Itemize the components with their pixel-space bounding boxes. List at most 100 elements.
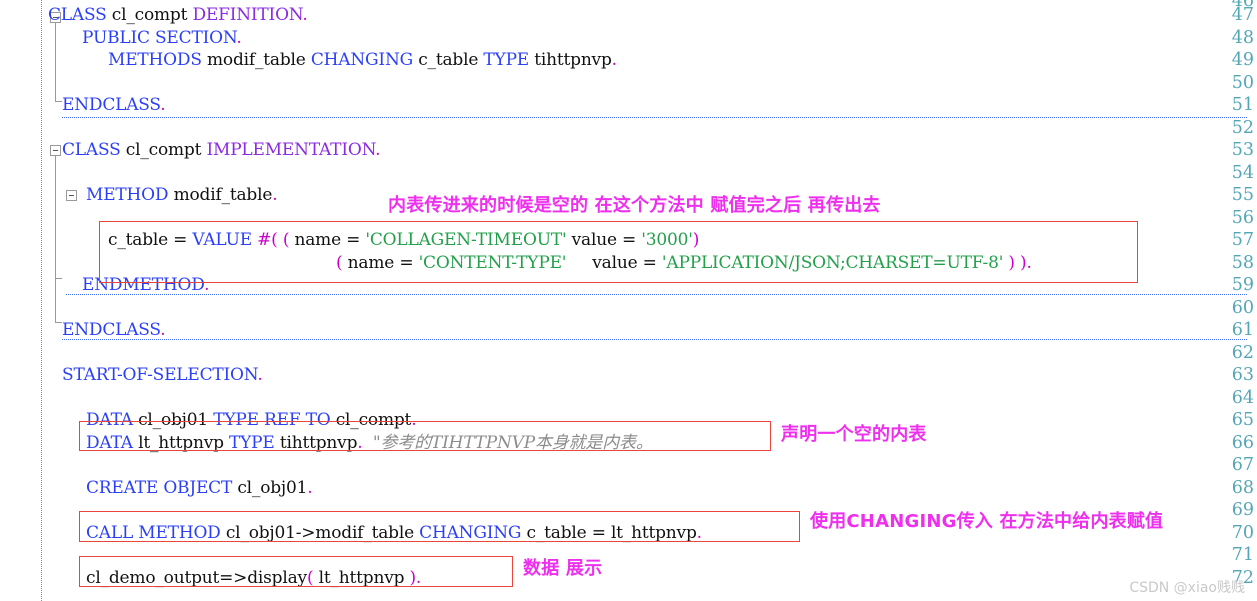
token-identifier: tihttpnvp	[534, 50, 612, 70]
line-number: 58	[1231, 252, 1254, 273]
token-identifier: modif_table	[207, 50, 306, 70]
line-number: 67	[1231, 455, 1254, 475]
token-operator: =	[394, 252, 419, 273]
token-keyword: ENDCLASS	[62, 95, 161, 115]
line-number: 60	[1231, 297, 1254, 318]
code-line-47[interactable]: CLASS cl_compt DEFINITION.	[48, 4, 308, 27]
token-keyword: METHOD	[86, 185, 169, 205]
code-line-53[interactable]: CLASS cl_compt IMPLEMENTATION.	[62, 139, 381, 162]
line-number: 50	[1231, 72, 1254, 93]
token-keyword: CREATE OBJECT	[86, 477, 233, 498]
fold-toggle-method[interactable]	[66, 190, 77, 201]
line-number: 64	[1231, 387, 1254, 408]
line-number: 49	[1231, 50, 1254, 70]
line-number: 56	[1231, 207, 1254, 228]
code-line-63[interactable]: START-OF-SELECTION.	[62, 364, 263, 387]
token-period: .	[415, 567, 422, 588]
line-number: 57	[1231, 230, 1254, 250]
code-line-57[interactable]: c_table = VALUE #( ( name = 'COLLAGEN-TI…	[108, 229, 699, 252]
token-keyword: CLASS	[62, 140, 121, 160]
line-number: 69	[1231, 500, 1254, 520]
token-keyword: METHODS	[108, 50, 202, 70]
token-keyword: DATA	[86, 410, 133, 430]
token-keyword: VALUE	[192, 230, 252, 250]
statement-underline-59	[66, 294, 1247, 295]
token-keyword: DATA	[86, 432, 133, 453]
token-paren-close: )	[692, 230, 700, 250]
token-string: 'COLLAGEN-TIMEOUT'	[365, 230, 567, 250]
code-line-51[interactable]: ENDCLASS.	[62, 94, 166, 117]
code-line-72[interactable]: cl_demo_output=>display( lt_httpnvp ).	[86, 567, 421, 590]
code-line-65[interactable]: DATA cl_obj01 TYPE REF TO cl_compt.	[86, 409, 417, 432]
annotation-value-construct: 内表传进来的时候是空的 在这个方法中 赋值完之后 再传出去	[388, 195, 881, 216]
token-identifier: cl_compt	[111, 5, 188, 25]
code-line-68[interactable]: CREATE OBJECT cl_obj01.	[86, 477, 313, 500]
token-keyword: TYPE REF TO	[213, 410, 331, 430]
token-identifier: modif_table	[173, 185, 273, 205]
csdn-watermark: CSDN @xiao贱贱	[1129, 580, 1245, 596]
token-paren-open: (	[336, 252, 348, 273]
line-number: 53	[1231, 140, 1254, 160]
token-identifier: lt_httpnvp	[610, 522, 697, 543]
token-period: .	[696, 522, 702, 543]
token-string: 'APPLICATION/JSON;CHARSET=UTF-8'	[661, 252, 1004, 273]
code-line-70[interactable]: CALL METHOD cl_obj01->modif_table CHANGI…	[86, 522, 702, 545]
token-identifier: value	[592, 252, 638, 273]
token-operator: =	[586, 522, 611, 543]
token-keyword: TYPE	[483, 50, 530, 70]
token-period: .	[307, 477, 313, 498]
line-number: 52	[1231, 117, 1254, 138]
token-comment: "参考的TIHTTPNVP本身就是内表。	[372, 432, 653, 453]
token-identifier: c_table	[526, 522, 587, 543]
token-period: .	[257, 365, 263, 385]
token-keyword: CHANGING	[419, 522, 522, 543]
token-period: .	[1026, 252, 1032, 273]
code-line-48[interactable]: PUBLIC SECTION.	[82, 27, 242, 50]
token-identifier: lt_httpnvp	[138, 432, 224, 453]
token-keyword: CALL METHOD	[86, 522, 221, 543]
token-keyword-alt: IMPLEMENTATION	[206, 140, 376, 160]
line-number: 54	[1231, 162, 1254, 183]
annotation-display-data: 数据 展示	[523, 558, 603, 579]
token-keyword: TYPE	[229, 432, 275, 453]
line-number: 55	[1231, 185, 1254, 205]
token-identifier: name	[294, 230, 341, 250]
token-period: .	[302, 5, 308, 25]
token-period: .	[160, 320, 166, 340]
token-identifier: value	[571, 230, 617, 250]
token-paren-close: )	[404, 567, 416, 588]
token-period: .	[611, 50, 617, 70]
token-identifier: c_table	[108, 230, 168, 250]
annotation-declare-itab: 声明一个空的内表	[781, 424, 927, 445]
code-line-55[interactable]: METHOD modif_table.	[86, 184, 278, 207]
token-paren-open: (	[282, 230, 295, 250]
token-identifier: c_table	[418, 50, 479, 70]
token-keyword: PUBLIC SECTION	[82, 27, 237, 48]
token-operator: =	[637, 252, 662, 273]
token-keyword-alt: DEFINITION	[192, 5, 303, 25]
token-identifier: lt_httpnvp	[318, 567, 405, 588]
token-period: .	[375, 140, 381, 160]
token-operator: =	[340, 230, 366, 250]
fold-toggle-class-implementation[interactable]	[50, 145, 61, 156]
code-line-49[interactable]: METHODS modif_table CHANGING c_table TYP…	[108, 49, 617, 72]
line-number: 47	[1231, 5, 1254, 25]
fold-guide-end-method	[55, 278, 62, 279]
token-operator: =	[616, 230, 642, 250]
token-identifier: cl_compt	[335, 410, 412, 430]
line-number: 63	[1231, 365, 1254, 385]
token-identifier: tihttpnvp	[279, 432, 358, 453]
token-keyword: CHANGING	[310, 50, 413, 70]
token-value-constructor: #(	[257, 230, 278, 250]
token-operator: =	[167, 230, 193, 250]
code-line-66[interactable]: DATA lt_httpnvp TYPE tihttpnvp. "参考的TIHT…	[86, 432, 653, 455]
token-period: .	[411, 410, 417, 430]
code-editor[interactable]: 46 47 48 49 50 51 52 53 54 55 56 57 58 5…	[0, 0, 1257, 601]
code-line-58[interactable]: ( name = 'CONTENT-TYPE' value = 'APPLICA…	[336, 252, 1032, 275]
annotation-changing-pass: 使用CHANGING传入 在方法中给内表赋值	[810, 511, 1164, 532]
token-paren-close: )	[1003, 252, 1021, 273]
token-period: .	[272, 185, 278, 205]
gutter-separator	[41, 0, 42, 601]
fold-guide-end-class-implementation	[55, 322, 62, 323]
